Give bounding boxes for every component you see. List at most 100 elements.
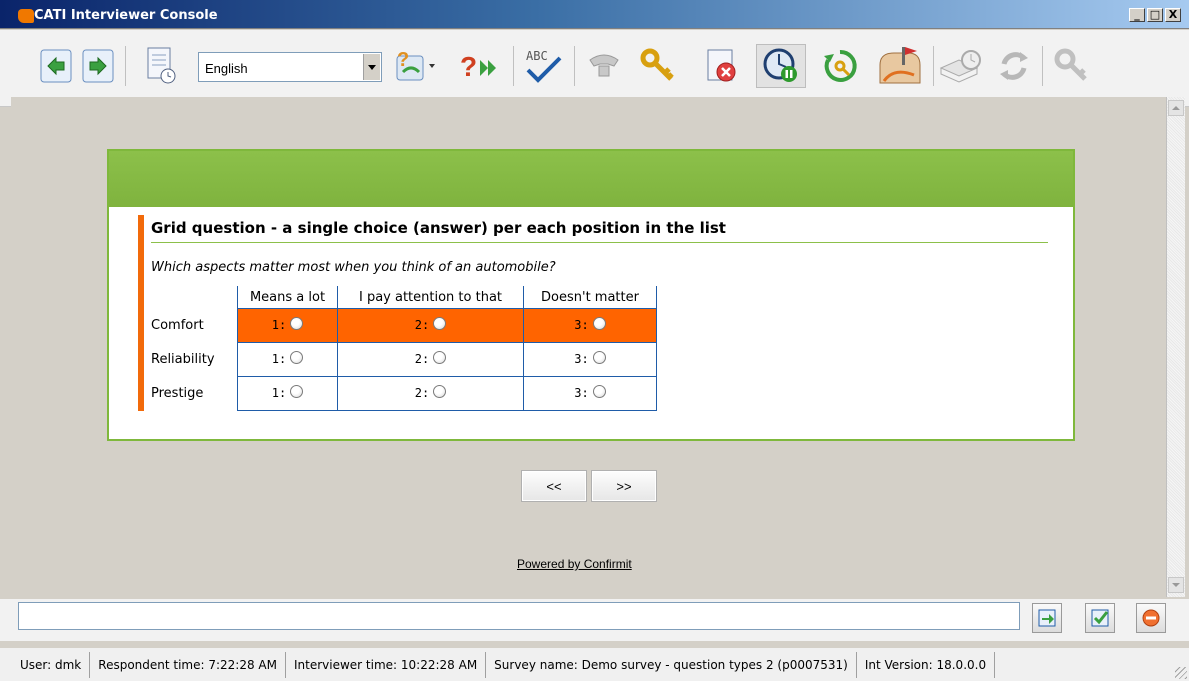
sync-icon [1000, 52, 1028, 80]
radio-button[interactable] [433, 385, 447, 398]
answer-cell[interactable]: 1: [237, 376, 338, 411]
scroll-up-icon[interactable] [1168, 100, 1184, 116]
stop-button[interactable] [1136, 603, 1166, 633]
stop-icon [1142, 609, 1160, 627]
answer-code: 3: [574, 386, 589, 400]
language-value: English [205, 61, 248, 76]
mailbox-icon [879, 47, 921, 84]
radio-button[interactable] [433, 317, 447, 330]
phone-icon [589, 54, 619, 77]
toolbar-separator [513, 46, 514, 86]
window-title: CATI Interviewer Console [34, 8, 218, 23]
column-header: I pay attention to that [337, 286, 524, 309]
help-button[interactable]: ? [390, 44, 438, 88]
answer-cell[interactable]: 2: [337, 308, 524, 343]
refresh-key-button[interactable] [818, 44, 866, 88]
answer-cell[interactable]: 1: [237, 342, 338, 377]
schedule-button[interactable] [142, 44, 182, 88]
radio-button[interactable] [290, 317, 304, 330]
status-respondent-time: Respondent time: 7:22:28 AM [90, 651, 286, 678]
export-button[interactable] [1032, 603, 1062, 633]
question-title: Grid question - a single choice (answer)… [151, 219, 726, 237]
powered-by-link[interactable]: Powered by Confirmit [517, 557, 632, 571]
toolbar-separator [933, 46, 934, 86]
maximize-button[interactable]: □ [1147, 8, 1163, 22]
answer-code: 1: [271, 352, 287, 366]
answer-cell[interactable]: 1: [237, 308, 338, 343]
vertical-scrollbar[interactable] [1166, 97, 1185, 597]
radio-button[interactable] [290, 351, 304, 364]
row-label: Reliability [149, 342, 238, 377]
sync-button[interactable] [992, 44, 1036, 88]
app-logo-icon [18, 9, 34, 23]
next-button[interactable]: >> [591, 470, 657, 502]
title-divider [151, 242, 1048, 243]
book-clock-icon [939, 50, 981, 83]
answer-code: 1: [271, 318, 287, 332]
resize-grip-icon[interactable] [1175, 667, 1187, 679]
scroll-down-icon[interactable] [1168, 577, 1184, 593]
search-key-button[interactable] [1050, 44, 1094, 88]
radio-button[interactable] [290, 385, 304, 398]
key-button[interactable] [636, 44, 680, 88]
answer-cell[interactable]: 2: [337, 342, 524, 377]
status-survey-name: Survey name: Demo survey - question type… [486, 651, 857, 678]
answer-cell[interactable]: 2: [337, 376, 524, 411]
confirm-button[interactable] [1085, 603, 1115, 633]
cancel-button[interactable] [700, 44, 744, 88]
book-clock-button[interactable] [936, 44, 988, 88]
chevron-down-icon[interactable] [363, 54, 380, 80]
clock-pause-icon [763, 48, 797, 82]
radio-button[interactable] [433, 351, 447, 364]
question-text: Which aspects matter most when you think… [151, 260, 556, 275]
answer-code: 3: [574, 352, 589, 366]
back-button[interactable] [40, 44, 72, 88]
grid-row-prestige: Prestige 1: 2: 3: [149, 376, 657, 411]
answer-cell[interactable]: 3: [523, 308, 657, 343]
status-user: User: dmk [0, 651, 91, 678]
survey-navigation: << >> [521, 470, 657, 502]
language-select[interactable]: English [198, 52, 382, 82]
key-icon [640, 48, 674, 81]
toolbar-separator [125, 46, 126, 86]
forward-button[interactable] [82, 44, 114, 88]
radio-button[interactable] [592, 317, 606, 330]
svg-text:?: ? [460, 51, 477, 82]
toolbar-separator [1042, 46, 1043, 86]
grid-header-row: Means a lot I pay attention to that Does… [149, 286, 657, 309]
command-input[interactable] [18, 602, 1020, 630]
answer-code: 2: [414, 352, 430, 366]
forward-icon [82, 49, 114, 83]
refresh-key-icon [824, 49, 857, 82]
back-icon [40, 49, 72, 83]
skip-question-icon: ? [460, 51, 496, 82]
answer-code: 3: [574, 318, 589, 332]
title-bar: CATI Interviewer Console _ □ X [0, 0, 1189, 29]
search-key-icon [1054, 48, 1087, 81]
answer-cell[interactable]: 3: [523, 376, 657, 411]
close-button[interactable]: X [1165, 8, 1181, 22]
pause-timer-button[interactable] [756, 44, 806, 88]
spellcheck-button[interactable]: ABC [522, 44, 566, 88]
window-controls: _ □ X [1129, 8, 1181, 22]
toolbar: English ? ? ABC [0, 30, 1189, 107]
svg-text:ABC: ABC [526, 49, 548, 63]
question-block: Grid question - a single choice (answer)… [138, 215, 1054, 411]
answer-cell[interactable]: 3: [523, 342, 657, 377]
previous-button[interactable]: << [521, 470, 587, 502]
radio-button[interactable] [592, 385, 606, 398]
skip-button[interactable]: ? [455, 44, 507, 88]
mailbox-button[interactable] [872, 44, 928, 88]
column-header: Doesn't matter [523, 286, 657, 309]
grid-corner [149, 286, 238, 309]
row-label: Comfort [149, 308, 238, 343]
spellcheck-icon: ABC [526, 49, 562, 83]
phone-button[interactable] [582, 44, 626, 88]
grid-row-reliability: Reliability 1: 2: 3: [149, 342, 657, 377]
radio-button[interactable] [592, 351, 606, 364]
answer-code: 2: [414, 386, 430, 400]
column-header: Means a lot [237, 286, 338, 309]
schedule-document-icon [147, 47, 176, 84]
status-interviewer-time: Interviewer time: 10:22:28 AM [286, 651, 487, 678]
minimize-button[interactable]: _ [1129, 8, 1145, 22]
